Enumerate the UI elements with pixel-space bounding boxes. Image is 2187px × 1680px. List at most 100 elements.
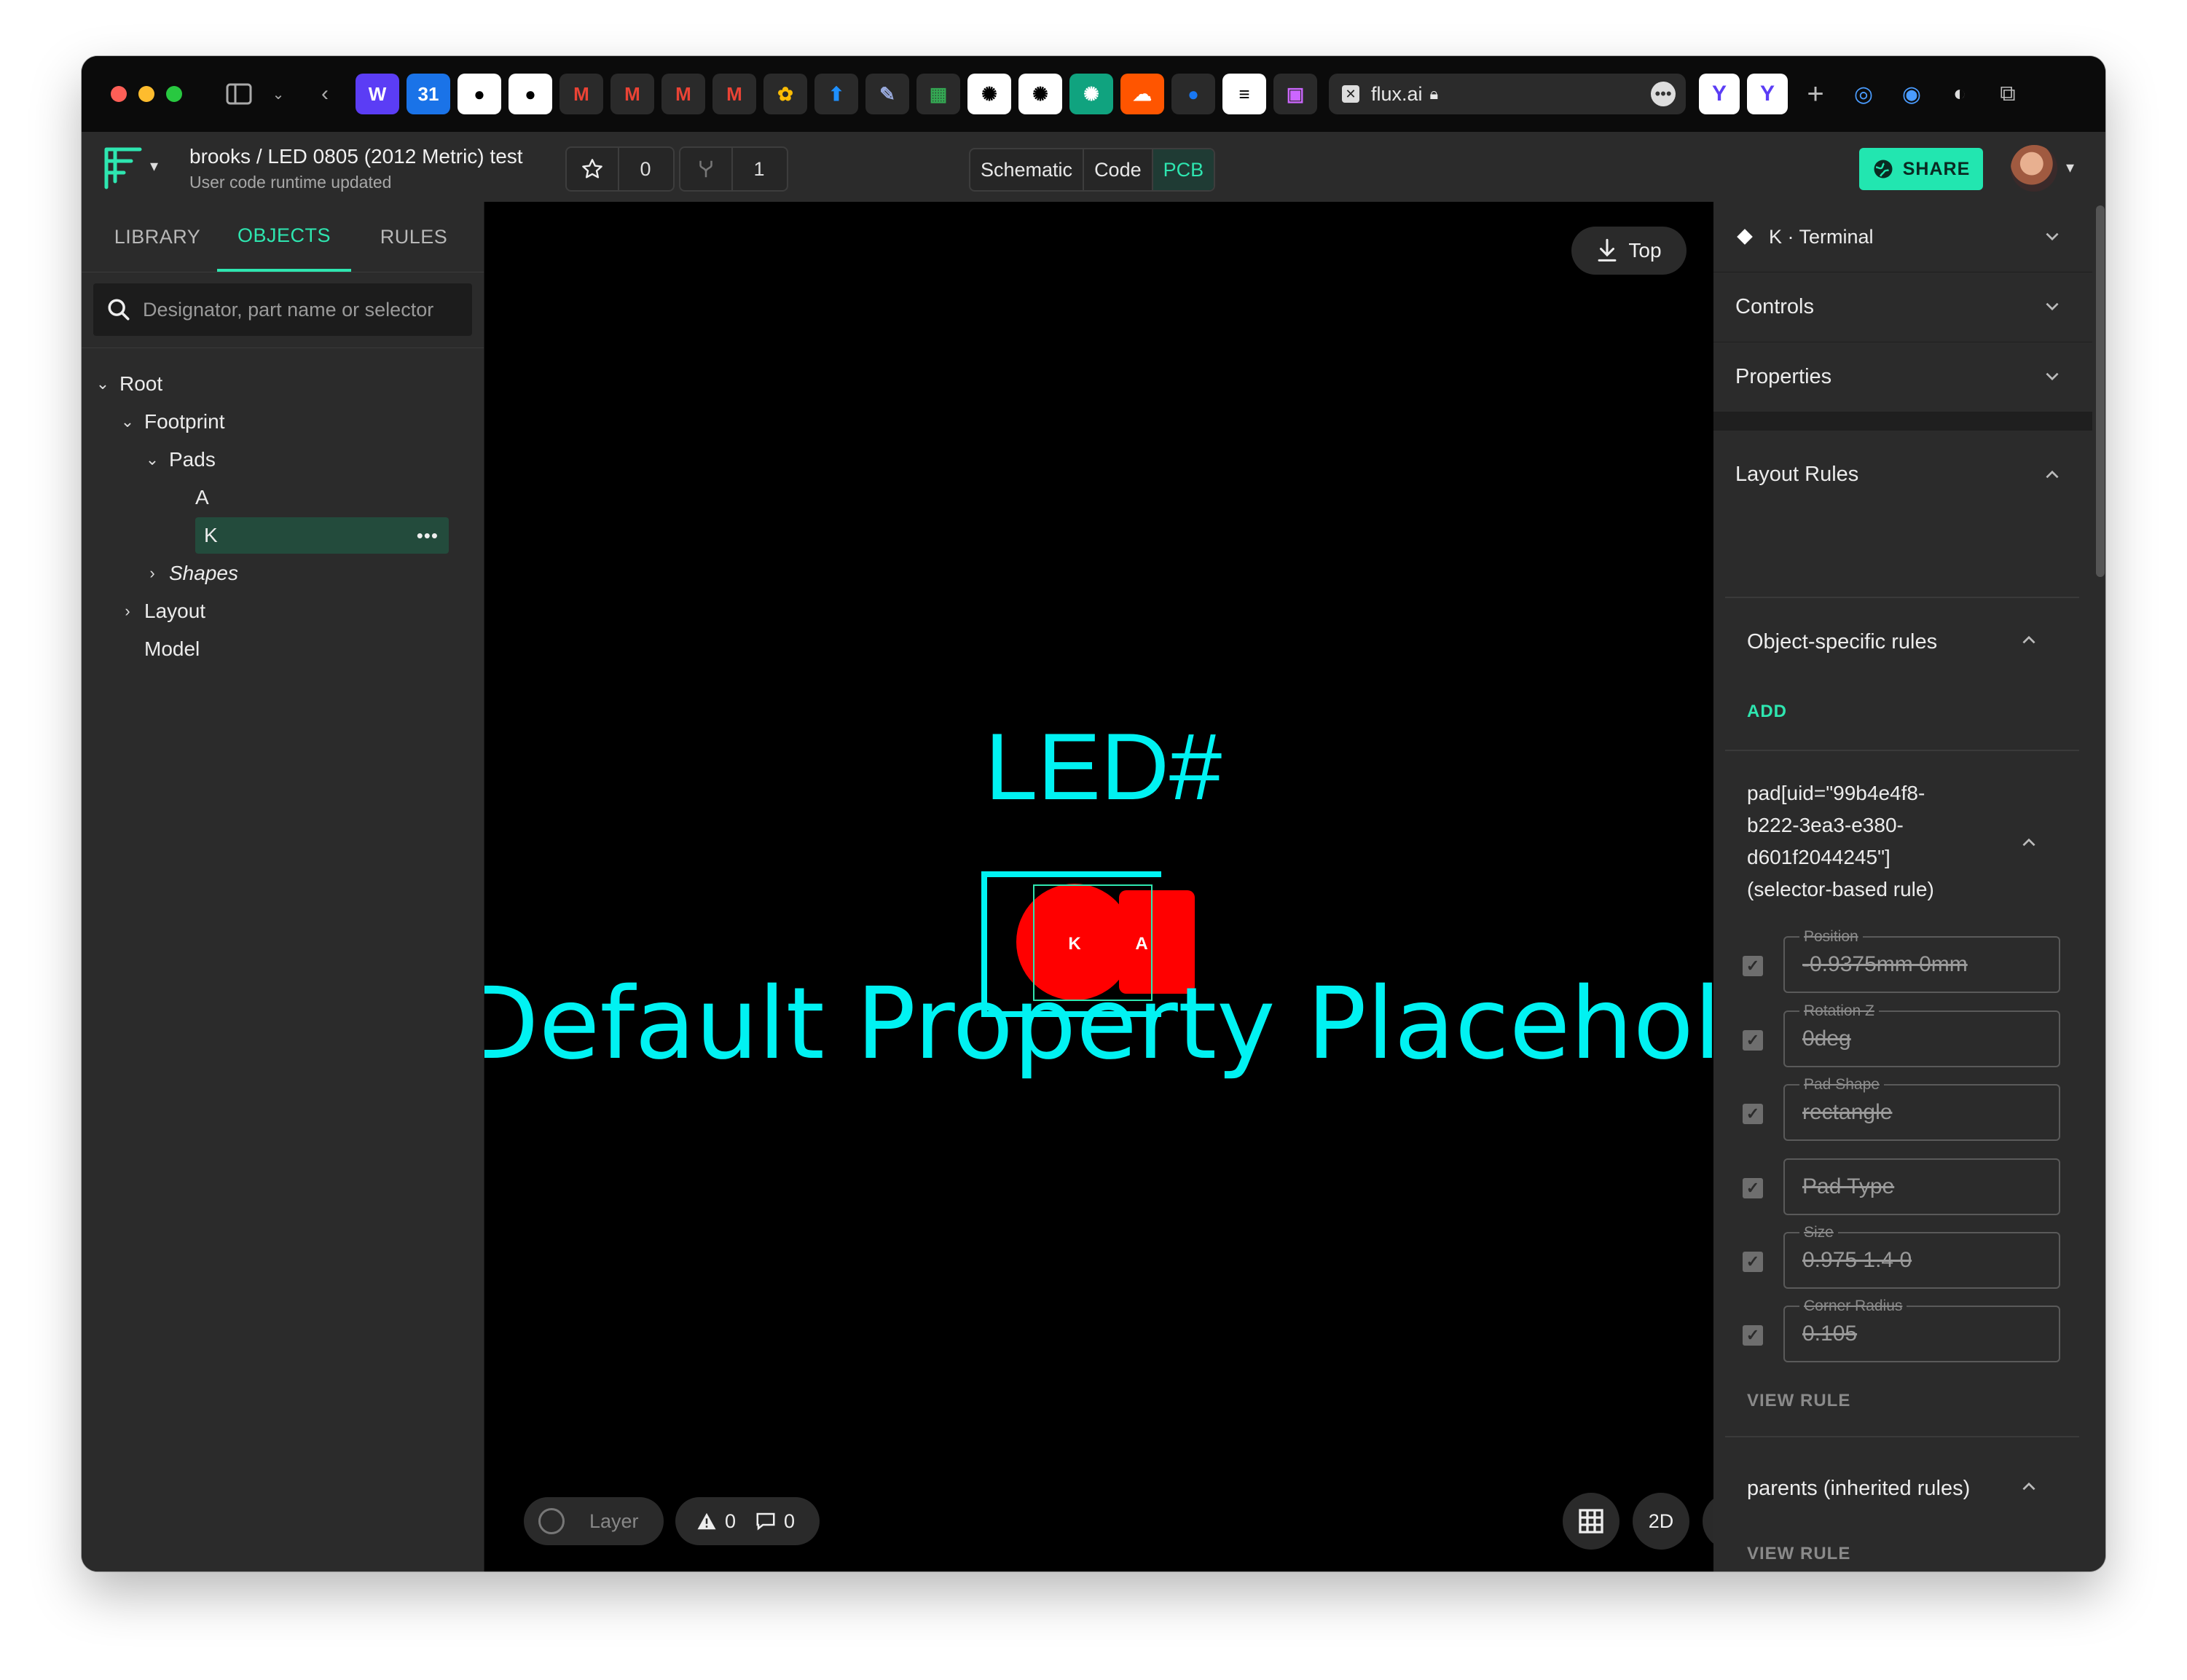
- sheets-tab-icon[interactable]: ▦: [916, 74, 960, 114]
- size-field[interactable]: Size 0.975 1.4 0: [1783, 1224, 2060, 1289]
- openai-tab-icon-2[interactable]: ✺: [1018, 74, 1062, 114]
- rule-field-checkbox[interactable]: ✓: [1743, 1325, 1763, 1346]
- chevron-up-icon[interactable]: [2019, 833, 2038, 852]
- rotation-field[interactable]: Rotation Z 0deg: [1783, 1002, 2060, 1067]
- mode-schematic-button[interactable]: Schematic: [970, 149, 1085, 190]
- star-icon[interactable]: [567, 148, 618, 190]
- drive-tab-icon[interactable]: ⬆: [814, 74, 858, 114]
- close-window-button[interactable]: [111, 86, 127, 102]
- right-panel-scrollbar[interactable]: [2096, 205, 2105, 577]
- tab-objects[interactable]: OBJECTS: [217, 202, 351, 272]
- gmail-tab-icon-2[interactable]: M: [610, 74, 654, 114]
- new-tab-icon[interactable]: +: [1795, 74, 1836, 114]
- globe-icon: [1874, 160, 1893, 178]
- openai-tab-icon-3[interactable]: ✺: [1069, 74, 1113, 114]
- compass-icon[interactable]: ◎: [1843, 74, 1884, 114]
- back-arrow-icon[interactable]: ‹: [309, 78, 341, 110]
- tree-item-layout[interactable]: › Layout: [118, 595, 205, 627]
- chevron-down-icon[interactable]: ⌄: [143, 450, 162, 469]
- tab-overview-icon[interactable]: ⧉: [1987, 74, 2028, 114]
- view-2d-button[interactable]: 2D: [1633, 1493, 1689, 1550]
- tool-tab-icon[interactable]: ✎: [865, 74, 909, 114]
- chevron-down-icon[interactable]: ⌄: [93, 374, 112, 393]
- extension-icon[interactable]: ◐: [1939, 74, 1980, 114]
- rule-field-checkbox[interactable]: ✓: [1743, 956, 1763, 976]
- layer-selector[interactable]: Layer: [524, 1497, 664, 1545]
- controls-section[interactable]: Controls: [1713, 272, 2092, 342]
- add-rule-link[interactable]: ADD: [1747, 702, 1787, 722]
- soundcloud-tab-icon[interactable]: ☁: [1120, 74, 1164, 114]
- tree-item-model[interactable]: Model: [144, 633, 200, 665]
- project-title[interactable]: brooks / LED 0805 (2012 Metric) test: [189, 145, 523, 168]
- chevron-down-icon[interactable]: ⌄: [118, 412, 137, 431]
- value-silkscreen[interactable]: Default Property Placeholder: [484, 967, 1713, 1082]
- minimize-window-button[interactable]: [138, 86, 154, 102]
- rule-field-checkbox[interactable]: ✓: [1743, 1104, 1763, 1124]
- webflow-tab-icon[interactable]: W: [356, 74, 399, 114]
- tree-item-pads[interactable]: ⌄ Pads: [143, 444, 216, 476]
- github-tab-icon[interactable]: ●: [458, 74, 501, 114]
- grid-toggle-button[interactable]: [1563, 1493, 1619, 1550]
- issues-counter[interactable]: 0 0: [675, 1497, 820, 1545]
- selected-object-header[interactable]: K · Terminal: [1713, 202, 2092, 272]
- more-options-icon[interactable]: •••: [417, 525, 439, 547]
- view-rule-link[interactable]: VIEW RULE: [1747, 1391, 1850, 1411]
- pad-type-field[interactable]: Pad Type: [1783, 1158, 2060, 1215]
- user-avatar[interactable]: [2011, 145, 2057, 192]
- photos-tab-icon[interactable]: ✿: [763, 74, 807, 114]
- chevron-down-icon[interactable]: [2043, 367, 2062, 386]
- object-specific-rules-title[interactable]: Object-specific rules: [1747, 630, 1937, 654]
- gmail-tab-icon-4[interactable]: M: [712, 74, 756, 114]
- pcb-canvas[interactable]: Top LED# K A Default Property Placeholde…: [484, 202, 1713, 1571]
- rule-field-checkbox[interactable]: ✓: [1743, 1178, 1763, 1198]
- mode-code-button[interactable]: Code: [1084, 149, 1153, 190]
- yahoo-tab-icon-2[interactable]: Y: [1747, 74, 1788, 114]
- yahoo-tab-icon[interactable]: Y: [1699, 74, 1740, 114]
- mode-pcb-button[interactable]: PCB: [1153, 149, 1214, 190]
- more-options-icon[interactable]: •••: [1651, 82, 1676, 106]
- layout-rules-label: Layout Rules: [1735, 462, 1859, 486]
- view-rule-link-2[interactable]: VIEW RULE: [1747, 1544, 1850, 1564]
- notes-tab-icon[interactable]: ≡: [1222, 74, 1266, 114]
- tab-rules[interactable]: RULES: [358, 202, 469, 272]
- tree-item-pad-a[interactable]: A: [195, 482, 209, 514]
- chevron-right-icon[interactable]: ›: [143, 564, 162, 583]
- sidebar-toggle-icon[interactable]: [223, 78, 255, 110]
- chevron-down-icon[interactable]: [2043, 227, 2062, 246]
- logo-menu-caret-icon[interactable]: ▾: [150, 157, 158, 176]
- corner-radius-field[interactable]: Corner Radius 0.105: [1783, 1298, 2060, 1362]
- gmail-tab-icon[interactable]: M: [559, 74, 603, 114]
- incognito-icon[interactable]: ◉: [1891, 74, 1932, 114]
- share-button[interactable]: SHARE: [1859, 148, 1983, 190]
- properties-section[interactable]: Properties: [1713, 342, 2092, 412]
- tree-item-shapes[interactable]: › Shapes: [143, 557, 238, 589]
- tree-item-root[interactable]: ⌄ Root: [93, 368, 162, 400]
- pad-shape-field[interactable]: Pad Shape rectangle: [1783, 1076, 2060, 1141]
- chevron-down-icon[interactable]: ⌄: [262, 78, 294, 110]
- rule-field-checkbox[interactable]: ✓: [1743, 1252, 1763, 1272]
- layout-rules-section[interactable]: Layout Rules: [1713, 431, 2092, 518]
- tree-item-pad-k[interactable]: K •••: [195, 517, 449, 554]
- github-tab-icon-2[interactable]: ●: [509, 74, 552, 114]
- tab-library[interactable]: LIBRARY: [102, 202, 213, 272]
- url-bar[interactable]: ✕ flux.ai 🔒︎ •••: [1329, 74, 1686, 114]
- calendar-tab-icon[interactable]: 31: [407, 74, 450, 114]
- openai-tab-icon[interactable]: ✺: [967, 74, 1011, 114]
- messenger-tab-icon[interactable]: ●: [1171, 74, 1215, 114]
- chevron-up-icon[interactable]: [2019, 1477, 2038, 1496]
- flux-logo-icon[interactable]: [102, 145, 146, 192]
- tree-item-footprint[interactable]: ⌄ Footprint: [118, 406, 225, 438]
- chevron-down-icon[interactable]: [2043, 297, 2062, 316]
- chevron-up-icon[interactable]: [2043, 465, 2062, 484]
- parents-rules-title[interactable]: parents (inherited rules): [1747, 1477, 1970, 1501]
- chevron-up-icon[interactable]: [2019, 630, 2038, 649]
- app-tab-icon[interactable]: ▣: [1273, 74, 1317, 114]
- user-menu-caret-icon[interactable]: ▾: [2066, 158, 2074, 177]
- zoom-window-button[interactable]: [166, 86, 182, 102]
- chevron-right-icon[interactable]: ›: [118, 602, 137, 621]
- rule-field-checkbox[interactable]: ✓: [1743, 1030, 1763, 1051]
- search-input[interactable]: [141, 297, 465, 322]
- fork-icon[interactable]: [680, 148, 731, 190]
- gmail-tab-icon-3[interactable]: M: [661, 74, 705, 114]
- position-field[interactable]: Position -0.9375mm 0mm: [1783, 928, 2060, 993]
